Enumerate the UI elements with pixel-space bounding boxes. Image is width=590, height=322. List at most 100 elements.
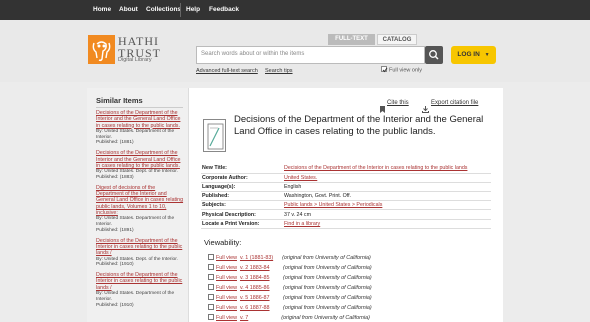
full-view-link[interactable]: Full view — [216, 275, 237, 281]
origin-note: (original from University of California) — [282, 255, 371, 261]
sidebar-title: Similar Items — [96, 96, 143, 105]
physical-description-value: 37 v. 24 cm — [283, 209, 491, 220]
advanced-search-link[interactable]: Advanced full-text search — [196, 68, 258, 74]
list-item: Decisions of the Department of the Inter… — [96, 110, 184, 146]
similar-item-published: Published: (1883) — [96, 174, 134, 180]
full-view-link[interactable]: Full view — [216, 285, 237, 291]
list-item: Full view v. 5 1886-87 (original from Un… — [208, 293, 498, 303]
list-item: Digest of decisions of the Department of… — [96, 185, 184, 234]
logo-wordmark: HATHI TRUST — [118, 34, 162, 60]
origin-note: (original from University of California) — [283, 295, 372, 301]
record-metadata-table: New Title: Decisions of the Department o… — [201, 164, 491, 229]
volume-link[interactable]: v. 2 1883-84 — [240, 265, 270, 271]
volume-link[interactable]: v. 6 1887-88 — [240, 305, 270, 311]
full-view-link[interactable]: Full view — [216, 265, 237, 271]
list-item: Full view v. 6 1887-88 (original from Un… — [208, 303, 498, 313]
nav-collections[interactable]: Collections — [146, 0, 181, 20]
language-value: English — [283, 182, 491, 193]
nav-separator — [180, 3, 181, 17]
field-label: Language(s): — [201, 182, 283, 193]
full-view-icon — [208, 283, 214, 290]
table-row: Published: Washington, Govt. Print. Off. — [201, 191, 491, 202]
similar-item-link[interactable]: Decisions of the Department of the Inter… — [96, 110, 184, 129]
full-view-icon — [208, 293, 214, 300]
list-item: Decisions of the Department of the Inter… — [96, 238, 184, 268]
tab-full-text[interactable]: FULL-TEXT — [328, 34, 375, 45]
new-title-link[interactable]: Decisions of the Department of the Inter… — [284, 165, 467, 171]
volume-link[interactable]: v. 3 1884-85 — [240, 275, 270, 281]
field-label: Published: — [201, 191, 283, 202]
search-icon — [429, 50, 439, 60]
full-view-icon — [208, 253, 214, 260]
field-label: New Title: — [201, 164, 283, 174]
full-view-link[interactable]: Full view — [216, 305, 237, 311]
volume-link[interactable]: v. 4 1885-86 — [240, 285, 270, 291]
similar-item-author: By: United States. Department of the Int… — [96, 128, 175, 140]
volume-link[interactable]: v. 5 1886-87 — [240, 295, 270, 301]
similar-item-link[interactable]: Decisions of the Department of the Inter… — [96, 238, 184, 257]
nav-about[interactable]: About — [119, 0, 138, 20]
volume-link[interactable]: v. 7 — [240, 315, 248, 321]
tab-catalog[interactable]: CATALOG — [377, 34, 417, 45]
search-input[interactable]: Search words about or within the items — [196, 46, 425, 64]
origin-note: (original from University of California) — [283, 275, 372, 281]
main-content: Similar Items Decisions of the Departmen… — [87, 88, 503, 322]
chevron-down-icon: ▼ — [484, 52, 490, 58]
full-view-link[interactable]: Full view — [216, 295, 237, 301]
similar-item-author: By: United States. Department of the Int… — [96, 291, 175, 302]
list-item: Full view v. 3 1884-85 (original from Un… — [208, 273, 498, 283]
field-label: Subjects: — [201, 200, 283, 211]
search-tips-link[interactable]: Search tips — [265, 68, 293, 74]
full-view-icon — [208, 273, 214, 280]
similar-item-link[interactable]: Decisions of the Department of the Inter… — [96, 272, 184, 291]
table-row: New Title: Decisions of the Department o… — [201, 164, 491, 174]
table-row: Subjects: Public lands > United States >… — [201, 200, 491, 211]
nav-home[interactable]: Home — [93, 0, 111, 20]
logo-subtitle: Digital Library — [118, 57, 152, 63]
list-item: Full view v. 7 (original from University… — [208, 313, 498, 322]
similar-item-link[interactable]: Digest of decisions of the Department of… — [96, 185, 184, 216]
list-item: Full view v. 1 (1881-83) (original from … — [208, 253, 498, 263]
viewability-heading: Viewability: — [204, 238, 242, 247]
cite-this-link[interactable]: Cite this — [387, 100, 409, 106]
export-citation-link[interactable]: Export citation file — [431, 100, 478, 106]
full-view-only-checkbox[interactable]: Full view only — [381, 66, 422, 73]
similar-items-list: Decisions of the Department of the Inter… — [96, 110, 184, 312]
similar-item-author: By: United States. Department of the Int… — [96, 216, 175, 228]
volume-link[interactable]: v. 1 (1881-83) — [240, 255, 273, 261]
nav-feedback[interactable]: Feedback — [209, 0, 239, 20]
record-title: Decisions of the Department of the Inter… — [234, 114, 484, 137]
similar-item-published: Published: (1881) — [96, 140, 134, 146]
top-navigation: Home About Collections Help Feedback — [0, 0, 590, 20]
nav-help[interactable]: Help — [186, 0, 200, 20]
similar-items-sidebar: Similar Items Decisions of the Departmen… — [87, 88, 189, 322]
full-view-icon — [208, 303, 214, 310]
published-value: Washington, Govt. Print. Off. — [283, 191, 491, 202]
find-in-library-link[interactable]: Find in a library — [284, 221, 320, 227]
similar-item-link[interactable]: Decisions of the Department of the Inter… — [96, 150, 184, 169]
table-row: Locate a Print Version: Find in a librar… — [201, 219, 491, 229]
origin-note: (original from University of California) — [283, 305, 372, 311]
full-view-link[interactable]: Full view — [216, 255, 237, 261]
origin-note: (original from University of California) — [283, 265, 372, 271]
hathitrust-elephant-logo-icon[interactable] — [88, 35, 115, 64]
book-cover-thumbnail[interactable] — [203, 119, 226, 152]
field-label: Corporate Author: — [201, 173, 283, 183]
list-item: Full view v. 2 1883-84 (original from Un… — [208, 263, 498, 273]
full-view-icon — [208, 263, 214, 270]
list-item: Decisions of the Department of the Inter… — [96, 150, 184, 180]
field-label: Locate a Print Version: — [201, 219, 283, 229]
subjects-link[interactable]: Public lands > United States > Periodica… — [284, 202, 382, 208]
divider — [96, 107, 183, 108]
viewability-list: Full view v. 1 (1881-83) (original from … — [208, 253, 498, 322]
list-item: Decisions of the Department of the Inter… — [96, 272, 184, 308]
login-button[interactable]: LOG IN ▼ — [451, 46, 496, 64]
field-label: Physical Description: — [201, 209, 283, 220]
table-row: Physical Description: 37 v. 24 cm — [201, 209, 491, 220]
corporate-author-link[interactable]: United States. — [284, 175, 317, 181]
search-button[interactable] — [425, 46, 443, 64]
table-row: Corporate Author: United States. — [201, 173, 491, 183]
full-view-link[interactable]: Full view — [216, 315, 237, 321]
origin-note: (original from University of California) — [283, 285, 372, 291]
origin-note: (original from University of California) — [281, 315, 370, 321]
